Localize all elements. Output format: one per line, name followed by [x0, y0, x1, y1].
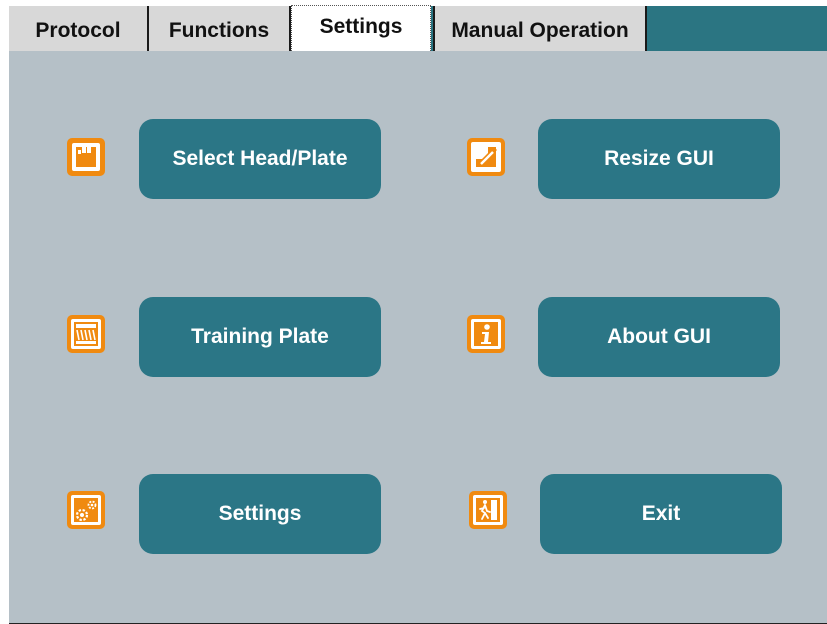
exit-door-icon[interactable]: [469, 491, 507, 529]
about-gui-button[interactable]: About GUI: [538, 297, 780, 377]
tab-settings[interactable]: Settings: [291, 5, 431, 51]
select-head-plate-button[interactable]: Select Head/Plate: [139, 119, 381, 199]
tab-functions[interactable]: Functions: [149, 6, 291, 51]
settings-button[interactable]: Settings: [139, 474, 381, 554]
exit-button[interactable]: Exit: [540, 474, 782, 554]
tab-manual-operation[interactable]: Manual Operation: [433, 6, 647, 51]
training-plate-button[interactable]: Training Plate: [139, 297, 381, 377]
info-icon[interactable]: [467, 315, 505, 353]
tab-bar: Protocol Functions Settings Manual Opera…: [9, 5, 827, 51]
tab-protocol[interactable]: Protocol: [9, 6, 149, 51]
training-plate-icon[interactable]: [67, 315, 105, 353]
hand-pointer-icon[interactable]: [67, 138, 105, 176]
settings-panel: Select Head/Plate Resize GUI Training Pl…: [9, 51, 827, 624]
gears-icon[interactable]: [67, 491, 105, 529]
resize-arrow-icon[interactable]: [467, 138, 505, 176]
resize-gui-button[interactable]: Resize GUI: [538, 119, 780, 199]
